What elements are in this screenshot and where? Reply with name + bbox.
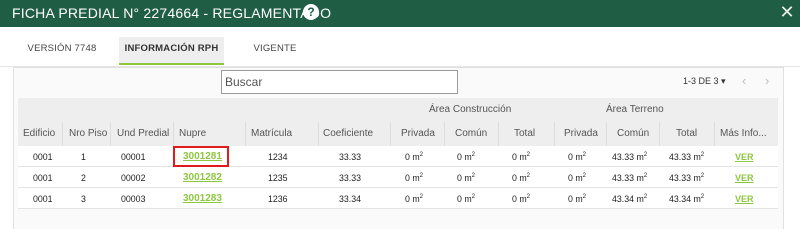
cell-terreno-comun: 43.33 m2 bbox=[612, 173, 648, 183]
pagination-label[interactable]: 1-3 DE 3 ▾ bbox=[683, 76, 726, 87]
cell-terreno-total: 43.33 m2 bbox=[669, 173, 705, 183]
prev-page-icon[interactable]: ‹ bbox=[742, 73, 746, 88]
cell-construccion-privada: 0 m2 bbox=[405, 152, 424, 162]
column-divider bbox=[714, 122, 715, 146]
cell-matricula: 1236 bbox=[268, 194, 288, 204]
cell-coeficiente: 33.34 bbox=[339, 194, 362, 204]
group-area-construccion: Área Construcción bbox=[429, 104, 512, 115]
title-bar: FICHA PREDIAL N° 2274664 - REGLAMENTADO … bbox=[0, 0, 800, 27]
column-divider bbox=[110, 122, 111, 146]
tab-informacion-rph[interactable]: INFORMACIÓN RPH bbox=[119, 37, 224, 65]
group-area-terreno: Área Terreno bbox=[606, 104, 664, 115]
cell-construccion-total: 0 m2 bbox=[512, 194, 531, 204]
col-mas-info[interactable]: Más Info... bbox=[720, 128, 767, 139]
cell-edificio: 0001 bbox=[33, 152, 53, 162]
ver-link[interactable]: VER bbox=[735, 173, 754, 183]
column-divider bbox=[62, 122, 63, 146]
col-nro-piso[interactable]: Nro Piso bbox=[69, 128, 107, 139]
cell-matricula: 1234 bbox=[268, 152, 288, 162]
ver-link[interactable]: VER bbox=[735, 152, 754, 162]
cell-terreno-privada: 0 m2 bbox=[568, 173, 587, 183]
col-construccion-privada[interactable]: Privada bbox=[401, 128, 435, 139]
highlight-box bbox=[173, 146, 229, 167]
col-construccion-comun[interactable]: Común bbox=[455, 128, 487, 139]
cell-und-predial: 00001 bbox=[121, 152, 146, 162]
nupre-link[interactable]: 3001283 bbox=[183, 193, 222, 204]
column-divider bbox=[498, 122, 499, 146]
cell-terreno-comun: 43.34 m2 bbox=[612, 194, 648, 204]
col-nupre[interactable]: Nupre bbox=[179, 128, 206, 139]
nupre-link[interactable]: 3001282 bbox=[183, 172, 222, 183]
cell-construccion-total: 0 m2 bbox=[512, 173, 531, 183]
page-title: FICHA PREDIAL N° 2274664 - REGLAMENTADO bbox=[12, 5, 332, 21]
pagination-range: 1-3 DE 3 bbox=[683, 76, 719, 86]
cell-edificio: 0001 bbox=[33, 173, 53, 183]
col-terreno-total[interactable]: Total bbox=[676, 128, 697, 139]
cell-coeficiente: 33.33 bbox=[339, 152, 362, 162]
help-icon[interactable]: ? bbox=[303, 4, 319, 20]
tab-version[interactable]: VERSIÓN 7748 bbox=[22, 37, 102, 65]
cell-nro-piso: 1 bbox=[81, 152, 86, 162]
cell-edificio: 0001 bbox=[33, 194, 53, 204]
cell-terreno-comun: 43.33 m2 bbox=[612, 152, 648, 162]
cell-construccion-comun: 0 m2 bbox=[457, 173, 476, 183]
cell-construccion-privada: 0 m2 bbox=[405, 194, 424, 204]
column-divider bbox=[554, 122, 555, 146]
cell-nro-piso: 2 bbox=[81, 173, 86, 183]
col-construccion-total[interactable]: Total bbox=[514, 128, 535, 139]
chevron-down-icon: ▾ bbox=[721, 76, 726, 86]
table-header bbox=[18, 98, 778, 147]
column-divider bbox=[659, 122, 660, 146]
column-divider bbox=[173, 122, 174, 146]
col-coeficiente[interactable]: Coeficiente bbox=[323, 128, 373, 139]
cell-construccion-privada: 0 m2 bbox=[405, 173, 424, 183]
close-icon[interactable]: ✕ bbox=[778, 3, 796, 21]
cell-construccion-comun: 0 m2 bbox=[457, 152, 476, 162]
column-divider bbox=[318, 122, 319, 146]
tab-vigente[interactable]: VIGENTE bbox=[243, 37, 307, 65]
cell-und-predial: 00002 bbox=[121, 173, 146, 183]
cell-und-predial: 00003 bbox=[121, 194, 146, 204]
column-divider bbox=[390, 122, 391, 146]
col-und-predial[interactable]: Und Predial bbox=[117, 128, 169, 139]
cell-matricula: 1235 bbox=[268, 173, 288, 183]
cell-terreno-total: 43.33 m2 bbox=[669, 152, 705, 162]
ver-link[interactable]: VER bbox=[735, 194, 754, 204]
cell-coeficiente: 33.33 bbox=[339, 173, 362, 183]
cell-nro-piso: 3 bbox=[81, 194, 86, 204]
column-divider bbox=[444, 122, 445, 146]
cell-construccion-comun: 0 m2 bbox=[457, 194, 476, 204]
column-divider bbox=[245, 122, 246, 146]
cell-terreno-privada: 0 m2 bbox=[568, 152, 587, 162]
next-page-icon[interactable]: › bbox=[765, 73, 769, 88]
col-matricula[interactable]: Matrícula bbox=[251, 128, 292, 139]
cell-terreno-total: 43.34 m2 bbox=[669, 194, 705, 204]
tab-bar: VERSIÓN 7748 INFORMACIÓN RPH VIGENTE bbox=[0, 27, 800, 67]
col-terreno-privada[interactable]: Privada bbox=[564, 128, 598, 139]
cell-terreno-privada: 0 m2 bbox=[568, 194, 587, 204]
column-divider bbox=[606, 122, 607, 146]
search-input[interactable] bbox=[221, 70, 458, 94]
col-terreno-comun[interactable]: Común bbox=[617, 128, 649, 139]
col-edificio[interactable]: Edificio bbox=[23, 128, 55, 139]
cell-construccion-total: 0 m2 bbox=[512, 152, 531, 162]
